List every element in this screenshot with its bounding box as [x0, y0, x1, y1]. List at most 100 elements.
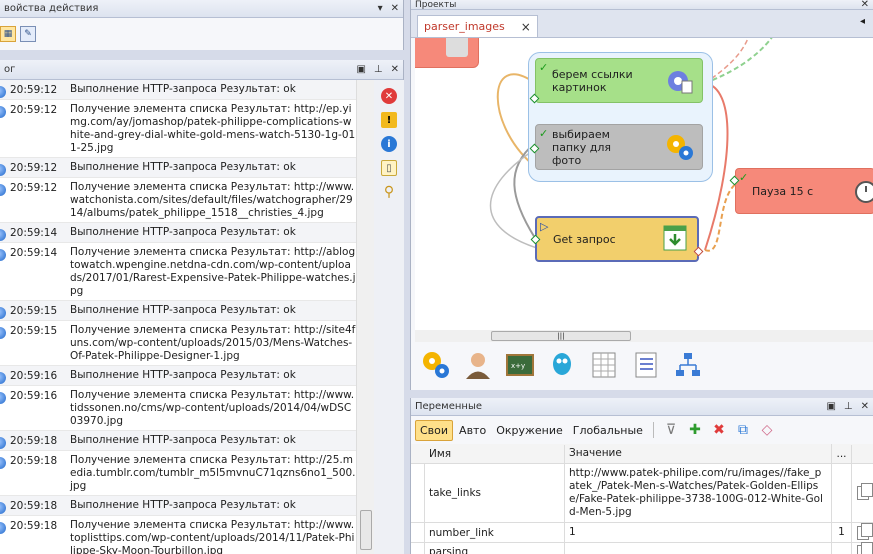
projects-header: Проекты ✕ — [411, 0, 873, 10]
variable-value[interactable]: 1 — [565, 523, 832, 542]
tab-parser-images[interactable]: parser_images × — [417, 15, 538, 37]
tab-auto[interactable]: Авто — [455, 421, 490, 440]
toolbar-divider — [652, 422, 654, 438]
log-row[interactable]: 20:59:16 Получение элемента списка Резуль… — [0, 386, 356, 431]
copy-value-button[interactable] — [852, 522, 873, 542]
previous-node[interactable] — [415, 38, 479, 68]
variable-name[interactable]: number_link — [425, 523, 565, 542]
tab-global[interactable]: Глобальные — [569, 421, 647, 440]
log-message: Получение элемента списка Результат: htt… — [70, 103, 356, 154]
node-choose-folder[interactable]: ✓ выбираем папку для фото — [529, 124, 703, 170]
variables-header: Переменные ▣ ⊥ ✕ — [411, 398, 873, 416]
column-header-name[interactable]: Имя — [425, 444, 565, 463]
grid-view-icon[interactable]: ▦ — [0, 26, 16, 42]
error-filter-icon[interactable]: ✕ — [381, 88, 397, 104]
node-get-links[interactable]: ✓ берем ссылки картинок — [529, 58, 703, 104]
log-row[interactable]: 20:59:12 Получение элемента списка Резуль… — [0, 100, 356, 158]
log-row[interactable]: 20:59:14 Выполнение HTTP-запроса Результа… — [0, 223, 356, 243]
log-time: 20:59:12 — [10, 84, 58, 96]
close-icon[interactable]: ✕ — [391, 64, 399, 75]
log-row[interactable]: 20:59:14 Получение элемента списка Резуль… — [0, 243, 356, 301]
log-time: 20:59:18 — [10, 435, 58, 447]
log-message: Выполнение HTTP-запроса Результат: ok — [70, 304, 296, 316]
tab-label: parser_images — [424, 20, 505, 33]
log-row[interactable]: 20:59:18 Выполнение HTTP-запроса Результа… — [0, 496, 356, 516]
network-icon[interactable] — [673, 350, 703, 380]
info-icon — [0, 433, 8, 449]
variable-name[interactable]: parsing — [425, 543, 565, 554]
log-message: Выполнение HTTP-запроса Результат: ok — [70, 83, 296, 95]
info-filter-icon[interactable]: i — [381, 136, 397, 152]
variable-value[interactable]: http://www.patek-philipe.com/ru/images//… — [565, 464, 832, 522]
node-label: Get запрос — [553, 232, 616, 246]
tab-own[interactable]: Свои — [415, 419, 454, 441]
log-row[interactable]: 20:59:15 Выполнение HTTP-запроса Результа… — [0, 301, 356, 321]
log-row[interactable]: 20:59:18 Получение элемента списка Резуль… — [0, 516, 356, 554]
pin-icon[interactable]: ⊥ — [374, 64, 383, 75]
gear-list-icon — [668, 71, 693, 94]
log-time: 20:59:12 — [10, 182, 58, 194]
log-time: 20:59:16 — [10, 390, 58, 402]
list-document-icon[interactable] — [631, 350, 661, 380]
scroll-thumb[interactable] — [360, 510, 372, 550]
node-pause[interactable]: ✓ Пауза 15 с — [729, 168, 873, 214]
project-canvas[interactable]: ✓ берем ссылки картинок ✓ выбираем папку… — [415, 38, 873, 330]
eraser-icon[interactable]: ◇ — [756, 422, 778, 438]
info-icon — [0, 323, 8, 363]
log-row[interactable]: 20:59:15 Получение элемента списка Резуль… — [0, 321, 356, 366]
table-icon[interactable] — [589, 350, 619, 380]
warning-filter-icon[interactable]: ! — [381, 112, 397, 128]
robot-icon[interactable] — [547, 350, 577, 380]
variable-row[interactable]: parsing — [411, 542, 873, 554]
close-icon[interactable]: ✕ — [861, 0, 869, 9]
column-header-extra[interactable]: ... — [832, 444, 852, 463]
filter-icon[interactable]: ⊽ — [660, 422, 682, 438]
close-icon[interactable]: ✕ — [391, 3, 399, 14]
log-row[interactable]: 20:59:18 Получение элемента списка Резуль… — [0, 451, 356, 496]
info-icon — [0, 498, 8, 514]
blackboard-icon[interactable]: x+y — [505, 350, 535, 380]
canvas-hscrollbar[interactable]: ||| — [415, 330, 873, 342]
log-message: Выполнение HTTP-запроса Результат: ok — [70, 434, 296, 446]
add-icon[interactable]: ✚ — [684, 422, 706, 438]
log-toolbar: ✕ ! i ▯ ⚲ — [374, 80, 404, 554]
info-icon — [0, 82, 8, 98]
log-row[interactable]: 20:59:18 Выполнение HTTP-запроса Результа… — [0, 431, 356, 451]
copy-value-button[interactable] — [852, 464, 873, 522]
edit-icon[interactable]: ✎ — [20, 26, 36, 42]
close-icon[interactable]: ✕ — [861, 401, 869, 412]
variable-row[interactable]: take_links http://www.patek-philipe.com/r… — [411, 464, 873, 523]
maximize-icon[interactable]: ▣ — [826, 401, 835, 412]
log-time: 20:59:14 — [10, 227, 58, 239]
tab-scroll-left-icon[interactable]: ◂ — [860, 16, 865, 27]
variable-name[interactable]: take_links — [425, 464, 565, 522]
clear-broom-icon[interactable]: ⚲ — [381, 184, 397, 200]
pin-icon[interactable]: ⊥ — [844, 401, 853, 412]
log-row[interactable]: 20:59:12 Выполнение HTTP-запроса Результа… — [0, 158, 356, 178]
scroll-thumb[interactable]: ||| — [491, 331, 631, 341]
log-row[interactable]: 20:59:16 Выполнение HTTP-запроса Результа… — [0, 366, 356, 386]
pin-icon[interactable]: ▾ — [378, 3, 383, 14]
scroll-lock-icon[interactable]: ▯ — [381, 160, 397, 176]
column-header-value[interactable]: Значение — [565, 444, 832, 463]
log-time: 20:59:18 — [10, 500, 58, 512]
variable-extra[interactable] — [832, 543, 852, 554]
log-row[interactable]: 20:59:12 Выполнение HTTP-запроса Результа… — [0, 80, 356, 100]
info-icon — [0, 303, 8, 319]
delete-icon[interactable]: ✖ — [708, 422, 730, 438]
copy-value-button[interactable] — [852, 542, 873, 554]
maximize-icon[interactable]: ▣ — [356, 64, 365, 75]
log-scrollbar[interactable] — [356, 80, 374, 554]
variables-table: Имя Значение ... take_links http://www.pa… — [411, 444, 873, 554]
gears-icon[interactable] — [421, 350, 451, 380]
tab-environment[interactable]: Окружение — [492, 421, 567, 440]
copy-window-icon[interactable]: ⧉ — [732, 422, 754, 438]
variable-extra[interactable] — [832, 464, 852, 522]
variable-value[interactable] — [565, 543, 832, 554]
tab-close-icon[interactable]: × — [521, 20, 531, 34]
variable-row[interactable]: number_link 1 1 — [411, 522, 873, 543]
node-get-request[interactable]: ▷ Get запрос — [530, 216, 704, 262]
user-icon[interactable] — [463, 350, 493, 380]
variable-extra[interactable]: 1 — [832, 523, 852, 542]
log-row[interactable]: 20:59:12 Получение элемента списка Резуль… — [0, 178, 356, 223]
